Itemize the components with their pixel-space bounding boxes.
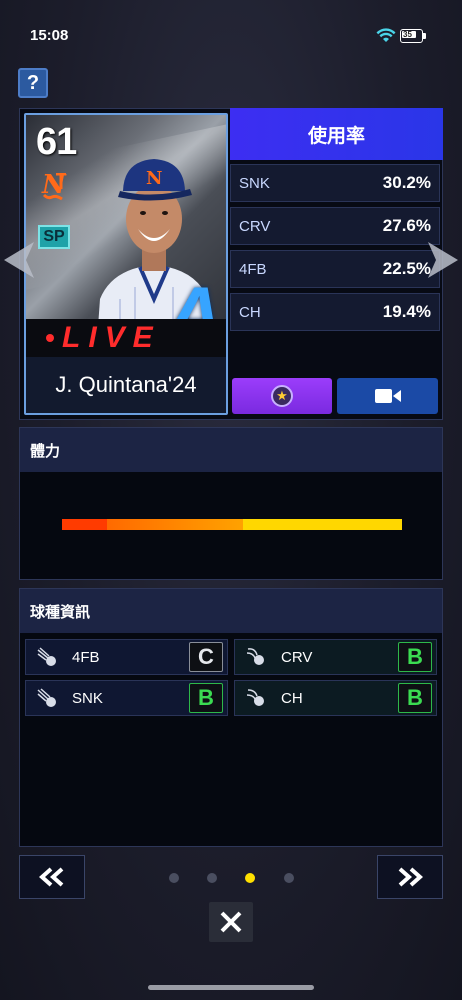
live-label: LIVE (62, 321, 161, 354)
home-indicator[interactable] (148, 985, 314, 990)
player-name: J. Quintana'24 (26, 357, 226, 413)
usage-percent: 19.4% (382, 302, 431, 321)
stamina-segment-orange (107, 519, 243, 530)
page-dot-4[interactable] (284, 873, 294, 883)
star-icon: ★ (271, 385, 293, 407)
previous-player-arrow-icon[interactable] (0, 240, 36, 280)
battery-level: 35 (403, 30, 412, 39)
pitch-info-title: 球種資訊 (20, 589, 442, 633)
usage-pitch: CRV (239, 217, 271, 235)
usage-percent: 27.6% (382, 216, 431, 235)
usage-row: CH 19.4% (230, 293, 440, 331)
usage-title: 使用率 (230, 108, 443, 160)
usage-row: 4FB 22.5% (230, 250, 440, 288)
pitch-item-ch[interactable]: CH B (234, 680, 437, 716)
usage-pitch: SNK (239, 174, 270, 192)
next-page-button[interactable] (377, 855, 443, 899)
baseball-icon (246, 648, 264, 665)
position-badge: SP (38, 225, 70, 249)
live-dot-icon (46, 334, 54, 342)
double-chevron-left-icon (39, 867, 64, 887)
svg-text:N: N (146, 168, 162, 189)
stamina-segment-red (62, 519, 107, 530)
pitch-name: 4FB (72, 648, 100, 666)
usage-pitch: 4FB (239, 260, 267, 278)
usage-row: SNK 30.2% (230, 164, 440, 202)
pitch-item-crv[interactable]: CRV B (234, 639, 437, 675)
wifi-icon (376, 28, 396, 42)
player-card: 61 N SP N A LIVE J. Quintana'24 (24, 113, 228, 415)
live-banner: LIVE (26, 319, 226, 357)
video-camera-icon (374, 389, 401, 403)
player-rating: 61 (36, 121, 77, 163)
stamina-segment-yellow (243, 519, 402, 530)
stamina-title: 體力 (20, 428, 442, 472)
pitch-grade-badge: B (398, 683, 432, 713)
baseball-icon (37, 647, 56, 666)
close-button[interactable] (209, 902, 253, 942)
pitch-name: SNK (72, 689, 103, 707)
skill-button[interactable]: ★ (232, 378, 332, 414)
status-time: 15:08 (30, 27, 69, 44)
usage-percent: 30.2% (382, 173, 431, 192)
page-dot-1[interactable] (169, 873, 179, 883)
close-icon (220, 911, 242, 933)
help-button[interactable]: ? (18, 68, 48, 98)
pitch-grade-badge: C (189, 642, 223, 672)
pitch-item-4fb[interactable]: 4FB C (25, 639, 228, 675)
pitch-name: CRV (281, 648, 313, 666)
pitch-grade-badge: B (189, 683, 223, 713)
usage-row: CRV 27.6% (230, 207, 440, 245)
double-chevron-right-icon (398, 867, 423, 887)
battery-icon: 35 (400, 29, 426, 43)
previous-page-button[interactable] (19, 855, 85, 899)
stamina-bar (62, 519, 402, 530)
status-bar: 15:08 35 (0, 0, 462, 60)
next-player-arrow-icon[interactable] (424, 240, 462, 280)
pitch-item-snk[interactable]: SNK B (25, 680, 228, 716)
pitch-info-panel: 球種資訊 (19, 588, 443, 847)
baseball-icon (246, 689, 264, 706)
usage-pitch: CH (239, 303, 261, 321)
pitch-grade-badge: B (398, 642, 432, 672)
page-dot-3[interactable] (245, 873, 255, 883)
page-dot-2[interactable] (207, 873, 217, 883)
pitch-name: CH (281, 689, 303, 707)
stamina-panel: 體力 (19, 427, 443, 580)
baseball-icon (37, 688, 56, 707)
video-button[interactable] (337, 378, 438, 414)
team-logo-icon: N (41, 170, 67, 201)
